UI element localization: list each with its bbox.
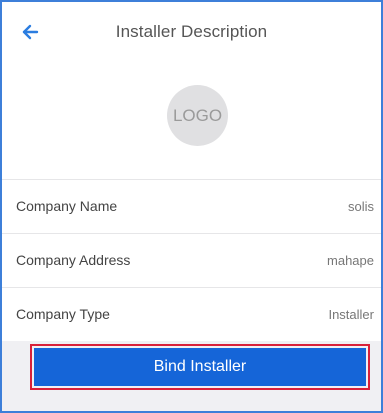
detail-value: mahape xyxy=(327,253,374,268)
detail-value: Installer xyxy=(328,307,374,322)
bind-installer-highlight: Bind Installer xyxy=(30,344,370,390)
detail-label: Company Type xyxy=(16,306,110,322)
page-title: Installer Description xyxy=(115,22,268,41)
detail-row-company-name: Company Name solis xyxy=(2,179,381,233)
details-list: Company Name solis Company Address mahap… xyxy=(2,179,381,341)
app-screen: Installer Description LOGO Company Name … xyxy=(0,0,383,413)
logo-section: LOGO xyxy=(2,64,381,179)
bind-installer-button[interactable]: Bind Installer xyxy=(34,348,366,386)
detail-label: Company Name xyxy=(16,198,118,214)
header-bar: Installer Description xyxy=(2,2,381,64)
detail-value: solis xyxy=(347,199,374,214)
detail-label: Company Address xyxy=(16,252,131,268)
detail-row-company-type: Company Type Installer xyxy=(2,287,381,341)
company-logo: LOGO xyxy=(167,85,228,146)
detail-row-company-address: Company Address mahape xyxy=(2,233,381,287)
